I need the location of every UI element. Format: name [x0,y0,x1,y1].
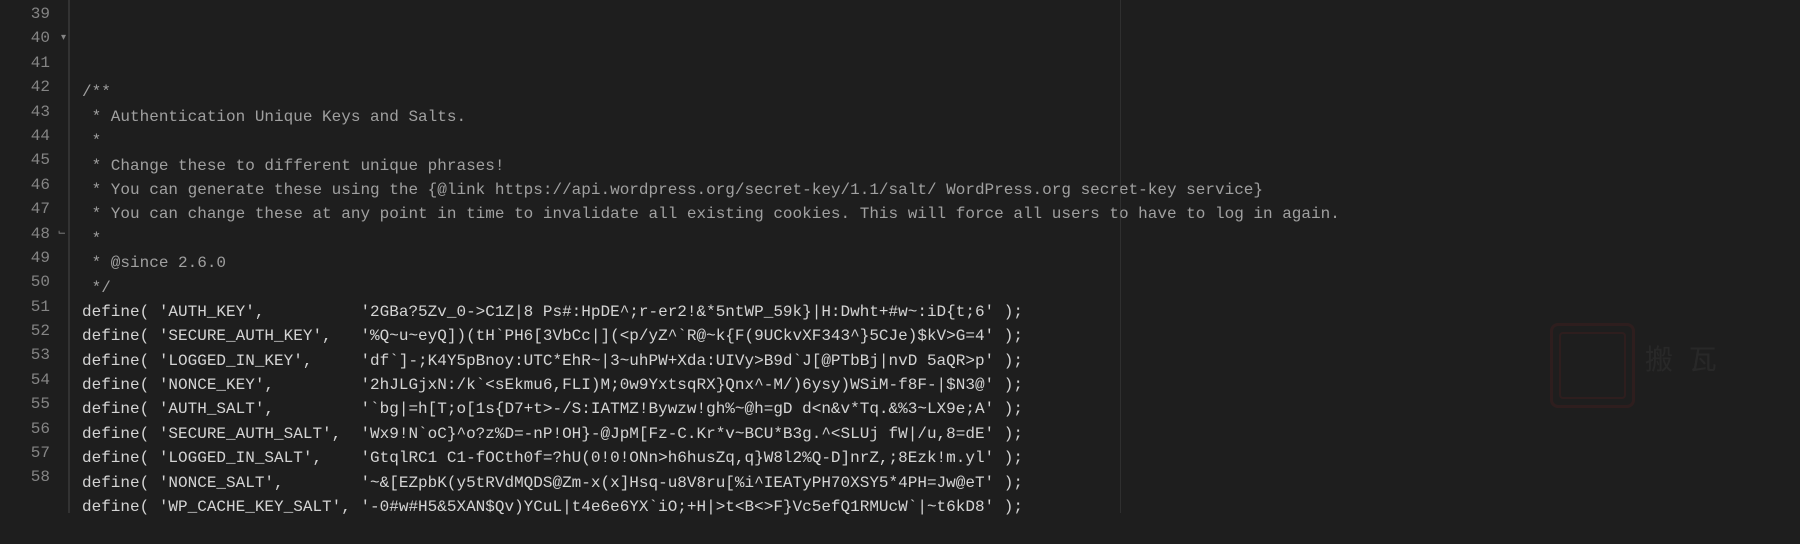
code-line[interactable]: /** [82,80,1800,104]
code-line[interactable]: */ [82,276,1800,300]
line-number[interactable]: 46 [0,173,68,197]
line-number[interactable]: 48⌙ [0,222,68,246]
fold-open-icon[interactable]: ▾ [61,26,66,50]
code-editor[interactable]: 3940▾4142434445464748⌙495051525354555657… [0,0,1800,513]
line-number-gutter[interactable]: 3940▾4142434445464748⌙495051525354555657… [0,0,70,513]
line-number[interactable]: 54 [0,368,68,392]
code-line[interactable]: * Change these to different unique phras… [82,154,1800,178]
code-line[interactable]: define( 'WP_CACHE_KEY_SALT', '-0#w#H5&5X… [82,495,1800,519]
line-number[interactable]: 47 [0,197,68,221]
code-line[interactable]: define( 'NONCE_SALT', '~&[EZpbK(y5tRVdMQ… [82,471,1800,495]
code-line[interactable]: define( 'LOGGED_IN_SALT', 'GtqlRC1 C1-fO… [82,446,1800,470]
line-number[interactable]: 42 [0,75,68,99]
line-number[interactable]: 55 [0,392,68,416]
fold-end-icon[interactable]: ⌙ [58,222,66,246]
line-number[interactable]: 41 [0,51,68,75]
code-line[interactable]: * [82,129,1800,153]
code-line[interactable]: define( 'SECURE_AUTH_SALT', 'Wx9!N`oC}^o… [82,422,1800,446]
line-number[interactable]: 45 [0,148,68,172]
line-number[interactable]: 49 [0,246,68,270]
line-number[interactable]: 44 [0,124,68,148]
line-number[interactable]: 43 [0,100,68,124]
line-number[interactable]: 58 [0,465,68,489]
code-line[interactable]: define( 'NONCE_KEY', '2hJLGjxN:/k`<sEkmu… [82,373,1800,397]
line-number[interactable]: 52 [0,319,68,343]
code-line[interactable] [82,56,1800,80]
code-line[interactable]: * Authentication Unique Keys and Salts. [82,105,1800,129]
code-line[interactable]: * [82,227,1800,251]
line-number[interactable]: 51 [0,295,68,319]
line-number[interactable]: 57 [0,441,68,465]
code-line[interactable]: define( 'AUTH_SALT', '`bg|=h[T;o[1s{D7+t… [82,397,1800,421]
line-number[interactable]: 53 [0,343,68,367]
code-line[interactable]: * @since 2.6.0 [82,251,1800,275]
line-number[interactable]: 39 [0,2,68,26]
line-number[interactable]: 40▾ [0,26,68,50]
line-number[interactable]: 50 [0,270,68,294]
line-number[interactable]: 56 [0,417,68,441]
editor-ruler [1120,0,1121,513]
code-content-area[interactable]: /** * Authentication Unique Keys and Sal… [70,0,1800,513]
code-line[interactable] [82,519,1800,543]
code-line[interactable]: * You can change these at any point in t… [82,202,1800,226]
code-line[interactable]: define( 'SECURE_AUTH_KEY', '%Q~u~eyQ])(t… [82,324,1800,348]
code-line[interactable]: * You can generate these using the {@lin… [82,178,1800,202]
code-line[interactable]: define( 'LOGGED_IN_KEY', 'df`]-;K4Y5pBno… [82,349,1800,373]
code-line[interactable]: define( 'AUTH_KEY', '2GBa?5Zv_0->C1Z|8 P… [82,300,1800,324]
